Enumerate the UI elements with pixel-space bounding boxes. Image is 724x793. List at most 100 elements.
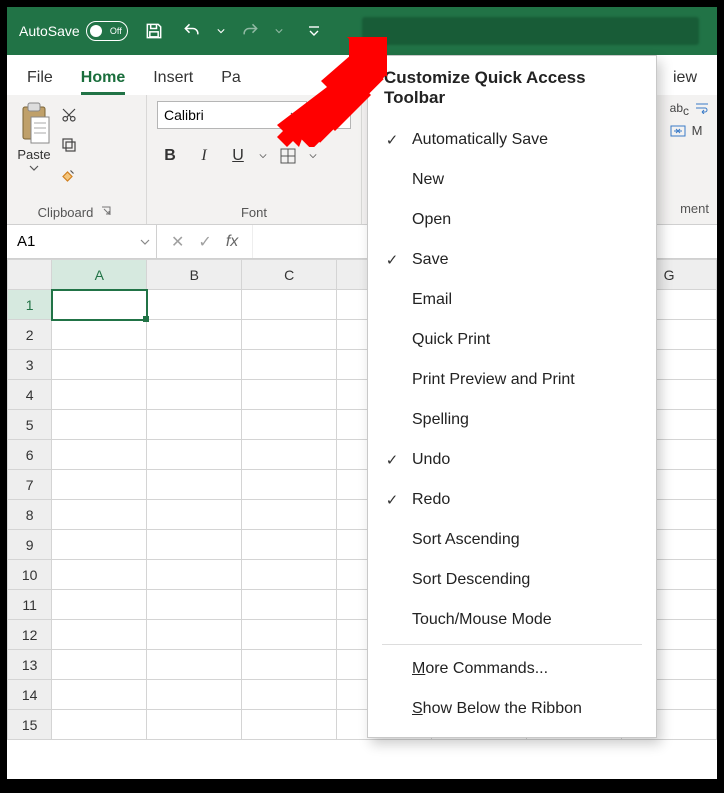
menu-item[interactable]: Open bbox=[368, 200, 656, 240]
redo-icon[interactable] bbox=[234, 15, 266, 47]
cell[interactable] bbox=[242, 500, 337, 530]
cell[interactable] bbox=[52, 560, 147, 590]
menu-item[interactable]: Touch/Mouse Mode bbox=[368, 600, 656, 640]
format-painter-icon[interactable] bbox=[57, 163, 81, 187]
cell[interactable] bbox=[147, 620, 242, 650]
cell[interactable] bbox=[242, 560, 337, 590]
menu-item[interactable]: ✓Save bbox=[368, 240, 656, 280]
cell[interactable] bbox=[52, 320, 147, 350]
cell[interactable] bbox=[242, 290, 337, 320]
tab-pagelayout-partial[interactable]: Pa bbox=[221, 69, 241, 95]
row-header[interactable]: 14 bbox=[8, 680, 52, 710]
redo-dropdown-icon[interactable] bbox=[272, 15, 286, 47]
cell[interactable] bbox=[52, 440, 147, 470]
cell[interactable] bbox=[242, 470, 337, 500]
italic-button[interactable]: I bbox=[191, 143, 217, 169]
cell[interactable] bbox=[242, 710, 337, 740]
cell[interactable] bbox=[147, 560, 242, 590]
row-header[interactable]: 9 bbox=[8, 530, 52, 560]
cell[interactable] bbox=[242, 620, 337, 650]
select-all-corner[interactable] bbox=[8, 260, 52, 290]
cell[interactable] bbox=[147, 710, 242, 740]
cell[interactable] bbox=[242, 380, 337, 410]
save-icon[interactable] bbox=[138, 15, 170, 47]
cell[interactable] bbox=[52, 470, 147, 500]
menu-item-show-below-ribbon[interactable]: Show Below the Ribbon bbox=[368, 689, 656, 729]
row-header[interactable]: 15 bbox=[8, 710, 52, 740]
merge-partial[interactable]: M bbox=[670, 123, 709, 138]
bold-button[interactable]: B bbox=[157, 143, 183, 169]
cell[interactable] bbox=[242, 650, 337, 680]
cell[interactable] bbox=[52, 380, 147, 410]
tab-review-partial[interactable]: iew bbox=[673, 69, 697, 95]
cell[interactable] bbox=[242, 320, 337, 350]
cell[interactable] bbox=[52, 410, 147, 440]
row-header[interactable]: 5 bbox=[8, 410, 52, 440]
cell[interactable] bbox=[52, 620, 147, 650]
cell[interactable] bbox=[52, 650, 147, 680]
menu-item-more-commands[interactable]: More Commands... bbox=[368, 649, 656, 689]
cell[interactable] bbox=[147, 290, 242, 320]
row-header[interactable]: 11 bbox=[8, 590, 52, 620]
row-header[interactable]: 1 bbox=[8, 290, 52, 320]
cell[interactable] bbox=[242, 440, 337, 470]
tab-home[interactable]: Home bbox=[81, 69, 125, 95]
chevron-down-icon[interactable] bbox=[309, 152, 317, 160]
cell[interactable] bbox=[147, 350, 242, 380]
row-header[interactable]: 4 bbox=[8, 380, 52, 410]
cell[interactable] bbox=[52, 590, 147, 620]
menu-item[interactable]: ✓Redo bbox=[368, 480, 656, 520]
cell[interactable] bbox=[242, 410, 337, 440]
cell[interactable] bbox=[147, 500, 242, 530]
cell[interactable] bbox=[52, 290, 147, 320]
underline-button[interactable]: U bbox=[225, 143, 251, 169]
undo-icon[interactable] bbox=[176, 15, 208, 47]
cell[interactable] bbox=[52, 500, 147, 530]
column-header[interactable]: B bbox=[147, 260, 242, 290]
chevron-down-icon[interactable] bbox=[259, 152, 267, 160]
font-size-select[interactable]: 11 bbox=[311, 101, 351, 129]
cell[interactable] bbox=[242, 590, 337, 620]
cell[interactable] bbox=[52, 710, 147, 740]
cell[interactable] bbox=[147, 410, 242, 440]
wrap-text-partial[interactable]: abc bbox=[670, 101, 709, 115]
menu-item[interactable]: Email bbox=[368, 280, 656, 320]
paste-button[interactable]: Paste bbox=[17, 101, 51, 172]
cell[interactable] bbox=[147, 320, 242, 350]
menu-item[interactable]: Sort Ascending bbox=[368, 520, 656, 560]
row-header[interactable]: 8 bbox=[8, 500, 52, 530]
cell[interactable] bbox=[147, 380, 242, 410]
menu-item[interactable]: ✓Undo bbox=[368, 440, 656, 480]
enter-formula-icon[interactable]: ✓ bbox=[198, 232, 211, 252]
borders-button[interactable] bbox=[275, 143, 301, 169]
row-header[interactable]: 12 bbox=[8, 620, 52, 650]
cell[interactable] bbox=[52, 680, 147, 710]
row-header[interactable]: 6 bbox=[8, 440, 52, 470]
autosave-toggle[interactable]: AutoSave Off bbox=[15, 21, 132, 41]
row-header[interactable]: 7 bbox=[8, 470, 52, 500]
cell[interactable] bbox=[242, 530, 337, 560]
menu-item[interactable]: Print Preview and Print bbox=[368, 360, 656, 400]
cut-icon[interactable] bbox=[57, 103, 81, 127]
row-header[interactable]: 10 bbox=[8, 560, 52, 590]
cell[interactable] bbox=[147, 440, 242, 470]
menu-item[interactable]: Spelling bbox=[368, 400, 656, 440]
cancel-formula-icon[interactable]: ✕ bbox=[171, 232, 184, 252]
row-header[interactable]: 3 bbox=[8, 350, 52, 380]
row-header[interactable]: 2 bbox=[8, 320, 52, 350]
menu-item[interactable]: New bbox=[368, 160, 656, 200]
toggle-switch[interactable]: Off bbox=[86, 21, 128, 41]
menu-item[interactable]: ✓Automatically Save bbox=[368, 120, 656, 160]
cell[interactable] bbox=[242, 350, 337, 380]
cell[interactable] bbox=[147, 530, 242, 560]
undo-dropdown-icon[interactable] bbox=[214, 15, 228, 47]
column-header[interactable]: C bbox=[242, 260, 337, 290]
row-header[interactable]: 13 bbox=[8, 650, 52, 680]
column-header[interactable]: A bbox=[52, 260, 147, 290]
cell[interactable] bbox=[52, 350, 147, 380]
cell[interactable] bbox=[147, 470, 242, 500]
tab-insert[interactable]: Insert bbox=[153, 69, 193, 95]
tab-file[interactable]: File bbox=[27, 69, 53, 95]
cell[interactable] bbox=[147, 680, 242, 710]
cell[interactable] bbox=[52, 530, 147, 560]
